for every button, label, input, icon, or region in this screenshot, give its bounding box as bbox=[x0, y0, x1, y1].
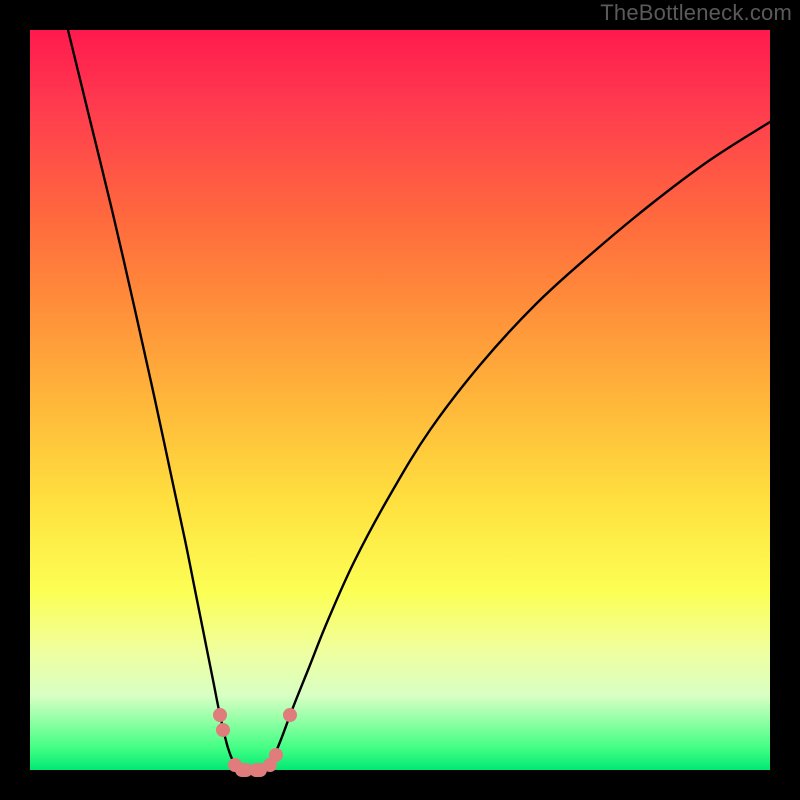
trough-marker bbox=[269, 748, 283, 762]
trough-marker bbox=[283, 708, 297, 722]
chart-root: TheBottleneck.com bbox=[0, 0, 800, 800]
curve-right-branch bbox=[265, 122, 770, 770]
watermark-text: TheBottleneck.com bbox=[600, 0, 792, 26]
plot-area bbox=[30, 30, 770, 770]
trough-marker bbox=[216, 723, 230, 737]
curve-left-branch bbox=[68, 30, 240, 770]
trough-marker bbox=[213, 708, 227, 722]
curve-layer bbox=[30, 30, 770, 770]
